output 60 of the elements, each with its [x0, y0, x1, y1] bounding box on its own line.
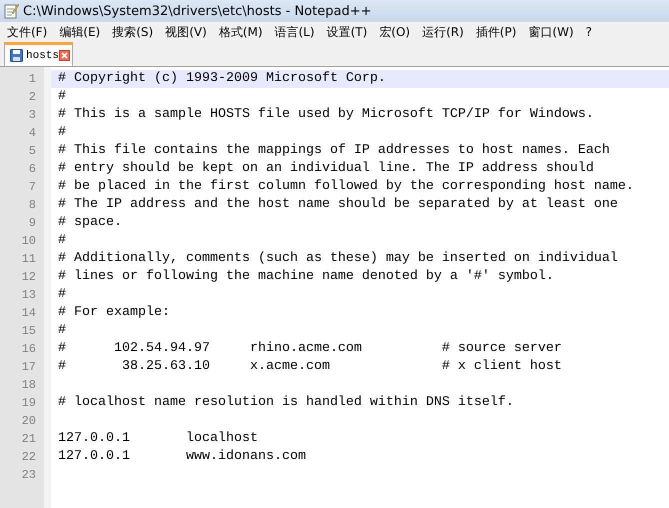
- code-line: # entry should be kept on an individual line. The IP address should: [58, 160, 594, 178]
- line-number: 4: [28, 125, 36, 142]
- line-number: 11: [22, 251, 36, 268]
- save-icon: [10, 49, 23, 62]
- line-number: 1: [28, 71, 36, 88]
- menu-item[interactable]: 运行(R): [417, 24, 471, 40]
- code-line: # The IP address and the host name should be separated by at least one: [58, 196, 618, 214]
- line-number: 15: [22, 323, 36, 340]
- line-number: 6: [28, 161, 36, 178]
- menu-item[interactable]: 语言(L): [270, 24, 322, 40]
- code-line: #: [58, 322, 66, 340]
- menu-item[interactable]: 格式(M): [214, 24, 270, 40]
- line-number: 14: [22, 305, 36, 322]
- code-line: # localhost name resolution is handled within DNS itself.: [58, 394, 514, 412]
- code-line: #: [58, 88, 66, 106]
- line-number: 21: [22, 431, 36, 448]
- menu-item[interactable]: ?: [580, 25, 599, 39]
- code-line: # lines or following the machine name denoted by a '#' symbol.: [58, 268, 554, 286]
- line-number: 23: [22, 467, 36, 484]
- code-line: # be placed in the first column followed by the corresponding host name.: [58, 178, 634, 196]
- line-number: 8: [28, 197, 36, 214]
- code-line: # This file contains the mappings of IP addresses to host names. Each: [58, 142, 610, 160]
- code-line: # space.: [58, 214, 122, 232]
- line-number: 20: [22, 413, 36, 430]
- line-number: 22: [22, 449, 36, 466]
- menu-item[interactable]: 设置(T): [322, 24, 374, 40]
- close-icon[interactable]: [59, 50, 70, 61]
- line-number: 3: [28, 107, 36, 124]
- line-number: 7: [28, 179, 36, 196]
- code-line: #: [58, 286, 66, 304]
- code-line: # Additionally, comments (such as these) may be inserted on individual: [58, 250, 618, 268]
- code-line: # 102.54.94.97 rhino.acme.com # source server: [58, 340, 562, 358]
- menu-item[interactable]: 编辑(E): [54, 24, 108, 40]
- line-number: 19: [22, 395, 36, 412]
- code-line: # This is a sample HOSTS file used by Microsoft TCP/IP for Windows.: [58, 106, 594, 124]
- menu-item[interactable]: 文件(F): [2, 24, 54, 40]
- menu-item[interactable]: 搜索(S): [107, 24, 160, 40]
- line-number: 16: [22, 341, 36, 358]
- line-number: 2: [28, 89, 36, 106]
- line-number: 9: [28, 215, 36, 232]
- menu-item[interactable]: 窗口(W): [523, 24, 581, 40]
- line-number: 5: [28, 143, 36, 160]
- notepad-icon: [3, 3, 19, 19]
- code-line: #: [58, 232, 66, 250]
- line-number: 12: [22, 269, 36, 286]
- code-line: 127.0.0.1 www.idonans.com: [58, 448, 306, 466]
- line-number: 17: [22, 359, 36, 376]
- window-title: C:\Windows\System32\drivers\etc\hosts - Notepad++: [23, 4, 372, 18]
- line-number: 13: [22, 287, 36, 304]
- code-line: 127.0.0.1 localhost: [58, 430, 258, 448]
- code-line: # 38.25.63.10 x.acme.com # x client host: [58, 358, 562, 376]
- line-number: 18: [22, 377, 36, 394]
- menu-item[interactable]: 插件(P): [470, 24, 524, 40]
- line-number: 10: [22, 233, 36, 250]
- file-tab[interactable]: hosts: [4, 42, 74, 66]
- code-line: #: [58, 124, 66, 142]
- code-line: # For example:: [58, 304, 170, 322]
- menu-item[interactable]: 视图(V): [160, 24, 214, 40]
- menu-item[interactable]: 宏(O): [374, 24, 418, 40]
- code-line: # Copyright (c) 1993-2009 Microsoft Corp.: [58, 70, 386, 88]
